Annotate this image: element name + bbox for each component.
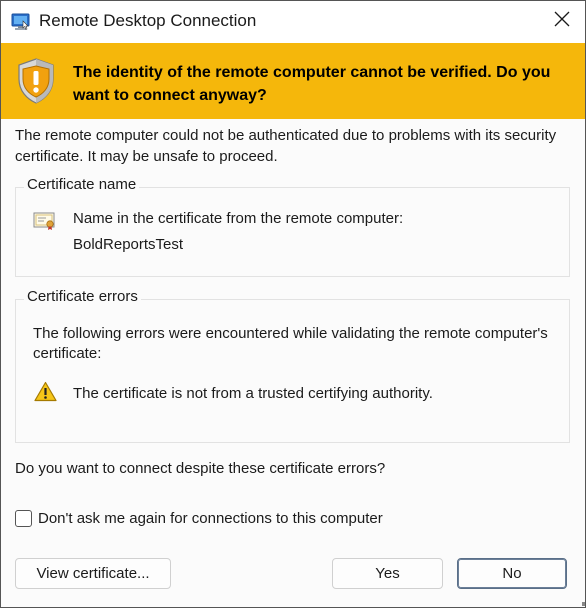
dont-ask-checkbox[interactable]: [15, 509, 32, 527]
certificate-errors-legend: Certificate errors: [24, 288, 141, 305]
title-bar: Remote Desktop Connection: [1, 1, 585, 43]
close-button[interactable]: [539, 1, 585, 41]
warning-banner: The identity of the remote computer cann…: [1, 43, 585, 119]
connect-question: Do you want to connect despite these cer…: [15, 460, 386, 477]
warning-icon: [34, 381, 57, 402]
yes-button[interactable]: Yes: [332, 558, 443, 589]
remote-desktop-icon: [11, 12, 31, 32]
certificate-name-label: Name in the certificate from the remote …: [73, 210, 404, 227]
rdc-dialog-window: Remote Desktop Connection The identity o…: [0, 0, 586, 608]
no-button[interactable]: No: [457, 558, 567, 589]
certificate-name-group: Certificate name Name in the certificate…: [15, 176, 570, 277]
resize-grip[interactable]: [582, 602, 585, 606]
banner-message: The identity of the remote computer cann…: [73, 64, 551, 104]
certificate-icon: [33, 211, 57, 231]
view-certificate-button[interactable]: View certificate...: [15, 558, 171, 589]
certificate-name-value: BoldReportsTest: [73, 236, 184, 253]
intro-text: The remote computer could not be authent…: [15, 127, 557, 165]
dont-ask-checkbox-row[interactable]: Don't ask me again for connections to th…: [15, 507, 383, 529]
certificate-errors-intro: The following errors were encountered wh…: [33, 325, 548, 362]
window-title: Remote Desktop Connection: [39, 11, 257, 30]
certificate-errors-group: Certificate errors The following errors …: [15, 288, 570, 443]
certificate-name-legend: Certificate name: [24, 176, 140, 193]
certificate-error-item: The certificate is not from a trusted ce…: [73, 385, 433, 402]
shield-warning-icon: [15, 57, 57, 105]
dont-ask-label[interactable]: Don't ask me again for connections to th…: [38, 510, 383, 527]
close-icon: [554, 11, 570, 32]
